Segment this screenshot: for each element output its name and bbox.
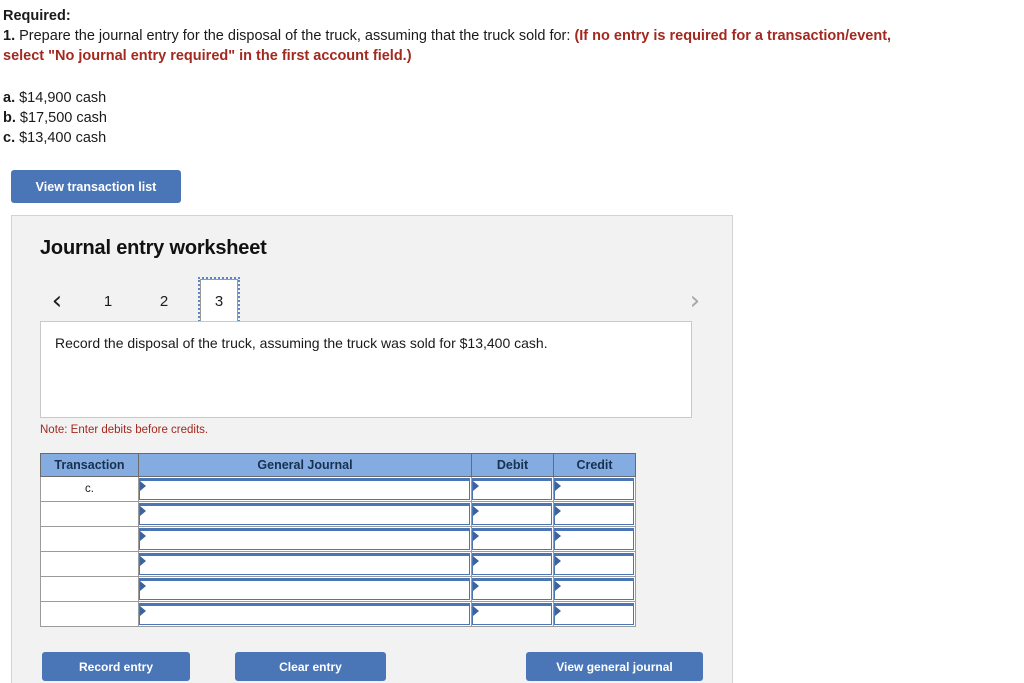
cell-transaction: c. <box>40 476 139 502</box>
cell-transaction <box>40 576 139 602</box>
debits-before-credits-note: Note: Enter debits before credits. <box>40 424 209 436</box>
journal-entry-worksheet-panel: Journal entry worksheet ‹ 1 2 3 › Record… <box>11 215 733 683</box>
cell-general-journal-input[interactable] <box>139 603 470 625</box>
cell-debit-input[interactable] <box>472 578 552 600</box>
choice-letter: b. <box>3 110 16 126</box>
cell-credit-input[interactable] <box>554 553 634 575</box>
clear-entry-button[interactable]: Clear entry <box>235 652 386 681</box>
chevron-left-icon[interactable]: ‹ <box>46 287 68 315</box>
table-row <box>40 601 636 627</box>
cell-transaction <box>40 551 139 577</box>
cell-general-journal-input[interactable] <box>139 528 470 550</box>
cell-debit-input[interactable] <box>472 478 552 500</box>
cell-debit <box>471 476 554 502</box>
cell-general-journal-input[interactable] <box>139 478 470 500</box>
cell-credit <box>553 576 636 602</box>
cell-debit <box>471 576 554 602</box>
cell-general-journal-input[interactable] <box>139 553 470 575</box>
cell-debit <box>471 551 554 577</box>
table-row <box>40 551 636 577</box>
journal-table-body: c. <box>40 476 636 627</box>
pager-tab-2[interactable]: 2 <box>146 285 182 317</box>
choice-item-c: c. $13,400 cash <box>3 128 1024 148</box>
cell-credit <box>553 601 636 627</box>
cell-credit <box>553 551 636 577</box>
instruction-box: Record the disposal of the truck, assumi… <box>40 321 692 418</box>
table-row <box>40 501 636 527</box>
worksheet-title: Journal entry worksheet <box>40 237 267 259</box>
cell-general-journal <box>138 551 472 577</box>
cell-credit-input[interactable] <box>554 578 634 600</box>
cell-general-journal-input[interactable] <box>139 503 470 525</box>
cell-debit <box>471 526 554 552</box>
choice-text: $14,900 cash <box>15 90 107 106</box>
cell-credit-input[interactable] <box>554 528 634 550</box>
record-entry-button[interactable]: Record entry <box>42 652 190 681</box>
cell-general-journal-input[interactable] <box>139 578 470 600</box>
table-row <box>40 576 636 602</box>
cell-general-journal <box>138 576 472 602</box>
column-header-debit: Debit <box>471 453 554 477</box>
cell-general-journal <box>138 526 472 552</box>
cell-credit <box>553 501 636 527</box>
choice-letter: a. <box>3 90 16 106</box>
choice-list: a. $14,900 cash b. $17,500 cash c. $13,4… <box>3 88 1024 148</box>
cell-credit <box>553 526 636 552</box>
cell-debit-input[interactable] <box>472 503 552 525</box>
view-general-journal-button[interactable]: View general journal <box>526 652 703 681</box>
question-prompt-text: Prepare the journal entry for the dispos… <box>15 28 575 44</box>
cell-transaction <box>40 501 139 527</box>
cell-credit-input[interactable] <box>554 478 634 500</box>
pager-tab-3[interactable]: 3 <box>198 277 240 326</box>
table-header-row: Transaction General Journal Debit Credit <box>40 453 636 477</box>
choice-text: $13,400 cash <box>15 130 107 146</box>
column-header-transaction: Transaction <box>40 453 139 477</box>
journal-entry-table: Transaction General Journal Debit Credit… <box>40 453 636 627</box>
table-row <box>40 526 636 552</box>
instruction-text: Record the disposal of the truck, assumi… <box>55 335 548 351</box>
question-block: Required: 1. Prepare the journal entry f… <box>0 0 1024 148</box>
cell-debit-input[interactable] <box>472 528 552 550</box>
view-transaction-list-button[interactable]: View transaction list <box>11 170 181 203</box>
cell-general-journal <box>138 476 472 502</box>
cell-debit <box>471 601 554 627</box>
cell-general-journal <box>138 601 472 627</box>
chevron-right-icon[interactable]: › <box>684 287 706 315</box>
cell-credit-input[interactable] <box>554 603 634 625</box>
cell-transaction <box>40 601 139 627</box>
cell-debit-input[interactable] <box>472 553 552 575</box>
cell-transaction <box>40 526 139 552</box>
choice-letter: c. <box>3 130 16 146</box>
choice-text: $17,500 cash <box>15 110 107 126</box>
cell-debit <box>471 501 554 527</box>
worksheet-pager: ‹ 1 2 3 › <box>40 277 706 326</box>
column-header-general-journal: General Journal <box>138 453 472 477</box>
required-label: Required: <box>3 8 71 24</box>
question-number: 1. <box>3 28 16 44</box>
cell-debit-input[interactable] <box>472 603 552 625</box>
column-header-credit: Credit <box>553 453 636 477</box>
cell-general-journal <box>138 501 472 527</box>
choice-item-b: b. $17,500 cash <box>3 108 1024 128</box>
question-prompt: 1. Prepare the journal entry for the dis… <box>3 26 908 66</box>
cell-credit <box>553 476 636 502</box>
pager-tab-1[interactable]: 1 <box>90 285 126 317</box>
cell-credit-input[interactable] <box>554 503 634 525</box>
table-row: c. <box>40 476 636 502</box>
choice-item-a: a. $14,900 cash <box>3 88 1024 108</box>
